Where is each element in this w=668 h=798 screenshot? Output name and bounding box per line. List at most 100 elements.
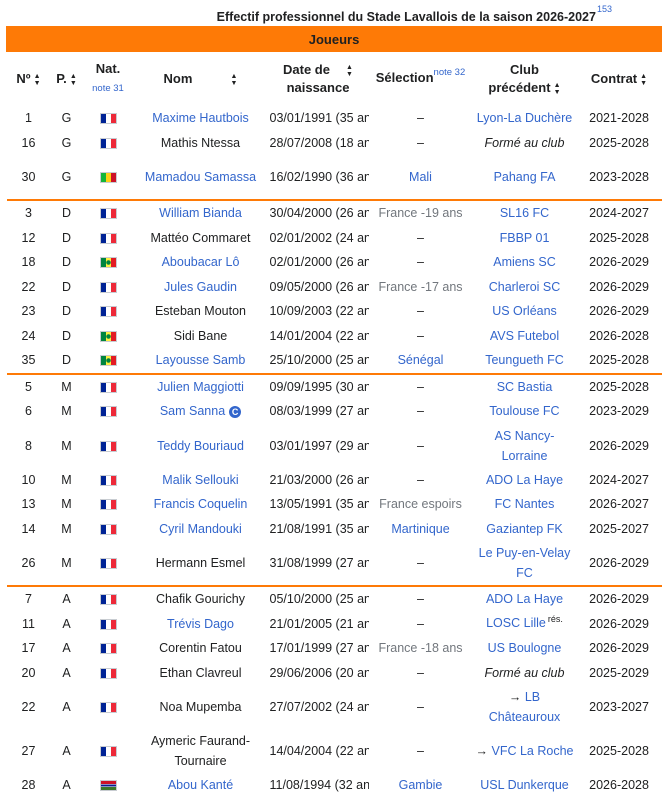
previous-club-link[interactable]: ADO La Haye bbox=[486, 473, 563, 487]
cell-num: 10 bbox=[21, 472, 36, 487]
nat-note-link[interactable]: note 31 bbox=[92, 83, 124, 94]
flag-fr-icon[interactable] bbox=[99, 618, 117, 630]
player-name: Esteban Mouton bbox=[154, 304, 247, 319]
previous-club-link[interactable]: SL16 FC bbox=[500, 206, 549, 220]
flag-fr-icon[interactable] bbox=[99, 702, 117, 714]
sort-icon[interactable]: ▲ ▼ bbox=[34, 73, 41, 87]
selection-link[interactable]: Sénégal bbox=[398, 353, 444, 367]
flag-fr-icon[interactable] bbox=[99, 474, 117, 486]
flag-fr-icon[interactable] bbox=[99, 208, 117, 220]
cell-club: ADO La Haye bbox=[473, 468, 577, 493]
flag-sn-icon[interactable] bbox=[99, 257, 117, 269]
previous-club-link[interactable]: US Orléans bbox=[492, 304, 557, 318]
col-header-contrat[interactable]: Contrat ▲ ▼ bbox=[577, 52, 662, 107]
previous-club-link[interactable]: Pahang FA bbox=[494, 170, 556, 184]
flag-gm-icon[interactable] bbox=[99, 780, 117, 792]
flag-fr-icon[interactable] bbox=[99, 306, 117, 318]
flag-fr-icon[interactable] bbox=[99, 558, 117, 570]
cell-nat bbox=[83, 226, 134, 251]
previous-club-link[interactable]: AS Nancy-Lorraine bbox=[495, 429, 555, 463]
band-row: Joueurs bbox=[5, 26, 663, 52]
previous-club-link[interactable]: ADO La Haye bbox=[486, 592, 563, 606]
sort-icon[interactable]: ▲ ▼ bbox=[554, 82, 561, 96]
flag-fr-icon[interactable] bbox=[99, 381, 117, 393]
sort-icon[interactable]: ▲ ▼ bbox=[640, 73, 647, 87]
previous-club-link[interactable]: Amiens SC bbox=[493, 255, 556, 269]
cell-club: → VFC La Roche bbox=[473, 729, 577, 773]
sel-note-link[interactable]: note 32 bbox=[434, 67, 466, 78]
player-name-link[interactable]: Jules Gaudin bbox=[164, 280, 237, 294]
previous-club-link[interactable]: Toulouse FC bbox=[489, 404, 559, 418]
flag-fr-icon[interactable] bbox=[99, 667, 117, 679]
cell-contract: 2026-2029 bbox=[589, 438, 649, 453]
previous-club: Formé au club bbox=[484, 135, 565, 150]
cell-club: → LB Châteauroux bbox=[473, 685, 577, 729]
header-label: Contrat bbox=[590, 71, 638, 86]
previous-club-link[interactable]: Le Puy-en-Velay FC bbox=[479, 546, 571, 580]
player-name: Mattéo Commaret bbox=[150, 230, 251, 245]
previous-club-link[interactable]: AVS Futebol bbox=[490, 329, 559, 343]
player-name-link[interactable]: Trévis Dago bbox=[167, 617, 234, 631]
flag-fr-icon[interactable] bbox=[99, 440, 117, 452]
selection-link[interactable]: Gambie bbox=[399, 778, 443, 792]
flag-fr-icon[interactable] bbox=[99, 232, 117, 244]
previous-club-link[interactable]: LB Châteauroux bbox=[489, 690, 561, 724]
flag-fr-icon[interactable] bbox=[99, 137, 117, 149]
sort-icon[interactable]: ▲ ▼ bbox=[230, 73, 237, 87]
selection: – bbox=[417, 255, 424, 270]
player-name-link[interactable]: Teddy Bouriaud bbox=[157, 439, 244, 453]
flag-sn-icon[interactable] bbox=[99, 355, 117, 367]
flag-sn-icon[interactable] bbox=[99, 330, 117, 342]
player-name-link[interactable]: Francis Coquelin bbox=[154, 497, 248, 511]
previous-club-link[interactable]: Lyon-La Duchère bbox=[477, 111, 572, 125]
previous-club-link[interactable]: FC Nantes bbox=[495, 497, 555, 511]
flag-fr-icon[interactable] bbox=[99, 594, 117, 606]
selection-link[interactable]: Mali bbox=[409, 170, 432, 184]
previous-club-link[interactable]: FBBP 01 bbox=[500, 231, 550, 245]
player-name-link[interactable]: Aboubacar Lô bbox=[162, 255, 240, 269]
player-name-link[interactable]: William Bianda bbox=[159, 206, 242, 220]
player-name-link[interactable]: Malik Sellouki bbox=[162, 473, 238, 487]
cell-dob: 21/08/1991 (35 ans) bbox=[269, 521, 369, 536]
cell-dob: 14/04/2004 (22 ans) bbox=[269, 744, 369, 758]
previous-club-link[interactable]: VFC La Roche bbox=[492, 744, 574, 758]
col-header-nom[interactable]: Nom ▲ ▼ bbox=[134, 52, 268, 107]
sort-icon[interactable]: ▲ ▼ bbox=[70, 73, 77, 87]
col-header-num[interactable]: Nº ▲ ▼ bbox=[7, 52, 51, 107]
cell-pos: D bbox=[61, 230, 72, 245]
col-header-club[interactable]: Club précédent ▲ ▼ bbox=[473, 52, 577, 107]
selection-link[interactable]: Martinique bbox=[391, 522, 449, 536]
player-name-link[interactable]: Layousse Samb bbox=[156, 353, 246, 367]
flag-fr-icon[interactable] bbox=[99, 643, 117, 655]
previous-club-link[interactable]: Gaziantep FK bbox=[486, 522, 562, 536]
col-header-pos[interactable]: P. ▲ ▼ bbox=[51, 52, 83, 107]
cell-num: 14 bbox=[21, 521, 36, 536]
caption-ref-link[interactable]: 153 bbox=[597, 4, 612, 14]
player-name: Chafik Gourichy bbox=[156, 592, 245, 607]
previous-club-link[interactable]: US Boulogne bbox=[488, 641, 562, 655]
previous-club-link[interactable]: USL Dunkerque bbox=[480, 778, 568, 792]
sort-icon[interactable]: ▲ ▼ bbox=[346, 64, 353, 78]
flag-fr-icon[interactable] bbox=[99, 499, 117, 511]
flag-fr-icon[interactable] bbox=[99, 281, 117, 293]
col-header-dob[interactable]: Date de ▲ ▼ naissance bbox=[268, 52, 369, 107]
cell-dob: 25/10/2000 (25 ans) bbox=[269, 353, 369, 368]
flag-ml-icon[interactable] bbox=[99, 172, 117, 184]
player-name-link[interactable]: Abou Kanté bbox=[168, 778, 233, 792]
player-name-link[interactable]: Maxime Hautbois bbox=[152, 111, 249, 125]
cell-name: Maxime Hautbois bbox=[134, 106, 268, 131]
player-name-link[interactable]: Mamadou Samassa bbox=[145, 170, 256, 184]
selection: France -18 ans bbox=[378, 641, 463, 656]
flag-fr-icon[interactable] bbox=[99, 113, 117, 125]
previous-club-link[interactable]: Charleroi SC bbox=[489, 280, 561, 294]
player-name-link[interactable]: Sam Sanna bbox=[160, 404, 225, 418]
flag-fr-icon[interactable] bbox=[99, 746, 117, 758]
previous-club-link[interactable]: LOSC Lille bbox=[486, 616, 546, 630]
player-name-link[interactable]: Cyril Mandouki bbox=[159, 522, 242, 536]
col-header-sel[interactable]: Sélectionnote 32 bbox=[369, 52, 473, 107]
previous-club-link[interactable]: Teungueth FC bbox=[485, 353, 564, 367]
flag-fr-icon[interactable] bbox=[99, 523, 117, 535]
flag-fr-icon[interactable] bbox=[99, 406, 117, 418]
player-name-link[interactable]: Julien Maggiotti bbox=[157, 380, 244, 394]
previous-club-link[interactable]: SC Bastia bbox=[497, 380, 553, 394]
